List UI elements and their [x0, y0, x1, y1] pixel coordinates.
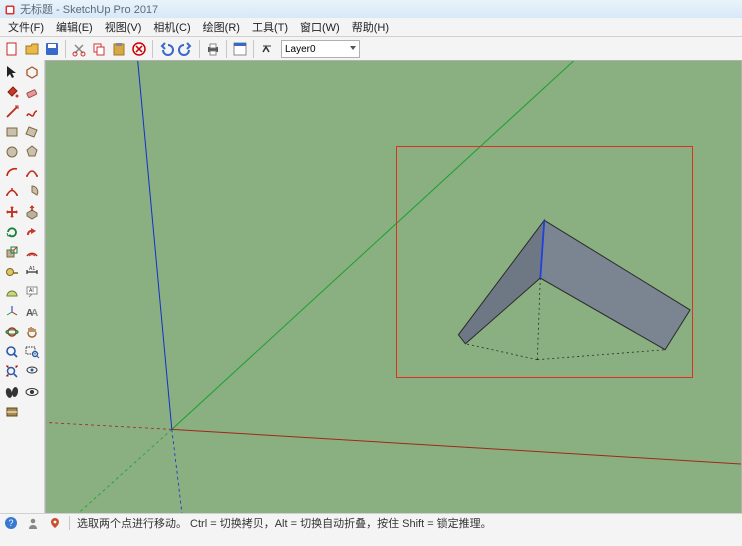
svg-text:A: A	[31, 308, 38, 319]
axes-tool-icon[interactable]	[3, 303, 21, 321]
eraser-icon[interactable]	[23, 83, 41, 101]
rotate-tool-icon[interactable]	[3, 223, 21, 241]
separator	[152, 40, 153, 58]
open-file-icon[interactable]	[23, 40, 41, 58]
freehand-tool-icon[interactable]	[23, 103, 41, 121]
arc-3pt-icon[interactable]	[3, 183, 21, 201]
save-icon[interactable]	[43, 40, 61, 58]
separator	[199, 40, 200, 58]
menu-bar: 文件(F) 编辑(E) 视图(V) 相机(C) 绘图(R) 工具(T) 窗口(W…	[0, 18, 742, 37]
line-tool-icon[interactable]	[3, 103, 21, 121]
window-title: 无标题 - SketchUp Pro 2017	[20, 1, 158, 17]
select-tool-icon[interactable]	[3, 63, 21, 81]
redo-icon[interactable]	[177, 40, 195, 58]
menu-camera[interactable]: 相机(C)	[147, 19, 196, 35]
model-info-icon[interactable]	[231, 40, 249, 58]
menu-file[interactable]: 文件(F)	[2, 19, 50, 35]
arc-tool-icon[interactable]	[3, 163, 21, 181]
svg-text:AI: AI	[29, 288, 34, 294]
pan-tool-icon[interactable]	[23, 323, 41, 341]
status-hint-text: 选取两个点进行移动。 Ctrl = 切换拷贝，Alt = 切换自动折叠，按住 S…	[73, 515, 492, 531]
pie-tool-icon[interactable]	[23, 183, 41, 201]
position-camera-icon[interactable]	[23, 363, 41, 381]
new-file-icon[interactable]	[3, 40, 21, 58]
look-around-icon[interactable]	[23, 383, 41, 401]
separator	[253, 40, 254, 58]
separator	[226, 40, 227, 58]
rotated-rect-icon[interactable]	[23, 123, 41, 141]
followme-tool-icon[interactable]	[23, 223, 41, 241]
separator	[65, 40, 66, 58]
zoom-extents-icon[interactable]	[3, 363, 21, 381]
toolbox-left: A1 AI AA	[0, 60, 45, 514]
text-tool-icon[interactable]: AI	[23, 283, 41, 301]
zoom-window-icon[interactable]	[23, 343, 41, 361]
tape-measure-icon[interactable]	[3, 263, 21, 281]
cut-icon[interactable]	[70, 40, 88, 58]
move-tool-icon[interactable]	[3, 203, 21, 221]
menu-edit[interactable]: 编辑(E)	[50, 19, 99, 35]
menu-tools[interactable]: 工具(T)	[246, 19, 294, 35]
status-geo-icon[interactable]	[48, 516, 62, 530]
extra-tool-icon[interactable]	[23, 403, 41, 421]
delete-icon[interactable]	[130, 40, 148, 58]
zoom-tool-icon[interactable]	[3, 343, 21, 361]
viewport-3d[interactable]	[45, 60, 742, 514]
layer-current-label: Layer0	[285, 44, 316, 55]
layer-visible-icon[interactable]	[258, 40, 276, 58]
svg-text:?: ?	[9, 518, 14, 528]
section-plane-icon[interactable]	[3, 403, 21, 421]
status-bar: ? 选取两个点进行移动。 Ctrl = 切换拷贝，Alt = 切换自动折叠，按住…	[0, 513, 742, 532]
dimension-tool-icon[interactable]: A1	[23, 263, 41, 281]
status-person-icon[interactable]	[26, 516, 40, 530]
orbit-tool-icon[interactable]	[3, 323, 21, 341]
pushpull-tool-icon[interactable]	[23, 203, 41, 221]
app-icon	[4, 3, 16, 15]
menu-help[interactable]: 帮助(H)	[346, 19, 395, 35]
menu-window[interactable]: 窗口(W)	[294, 19, 346, 35]
layer-dropdown[interactable]: Layer0	[281, 40, 360, 58]
copy-icon[interactable]	[90, 40, 108, 58]
paint-bucket-icon[interactable]	[3, 83, 21, 101]
scale-tool-icon[interactable]	[3, 243, 21, 261]
separator	[69, 516, 70, 530]
protractor-icon[interactable]	[3, 283, 21, 301]
print-icon[interactable]	[204, 40, 222, 58]
offset-tool-icon[interactable]	[23, 243, 41, 261]
menu-view[interactable]: 视图(V)	[99, 19, 148, 35]
arc-2pt-icon[interactable]	[23, 163, 41, 181]
rectangle-tool-icon[interactable]	[3, 123, 21, 141]
toolbar-top: Layer0	[0, 37, 742, 62]
undo-icon[interactable]	[157, 40, 175, 58]
polygon-tool-icon[interactable]	[23, 143, 41, 161]
menu-draw[interactable]: 绘图(R)	[197, 19, 246, 35]
annotation-highlight-rect	[396, 146, 693, 378]
svg-text:A1: A1	[29, 266, 35, 272]
make-component-icon[interactable]	[23, 63, 41, 81]
walk-tool-icon[interactable]	[3, 383, 21, 401]
title-bar: 无标题 - SketchUp Pro 2017	[0, 0, 742, 18]
3dtext-tool-icon[interactable]: AA	[23, 303, 41, 321]
workspace: A1 AI AA	[0, 60, 742, 514]
status-help-icon[interactable]: ?	[4, 516, 18, 530]
window-bottom-edge	[0, 532, 742, 546]
circle-tool-icon[interactable]	[3, 143, 21, 161]
paste-icon[interactable]	[110, 40, 128, 58]
